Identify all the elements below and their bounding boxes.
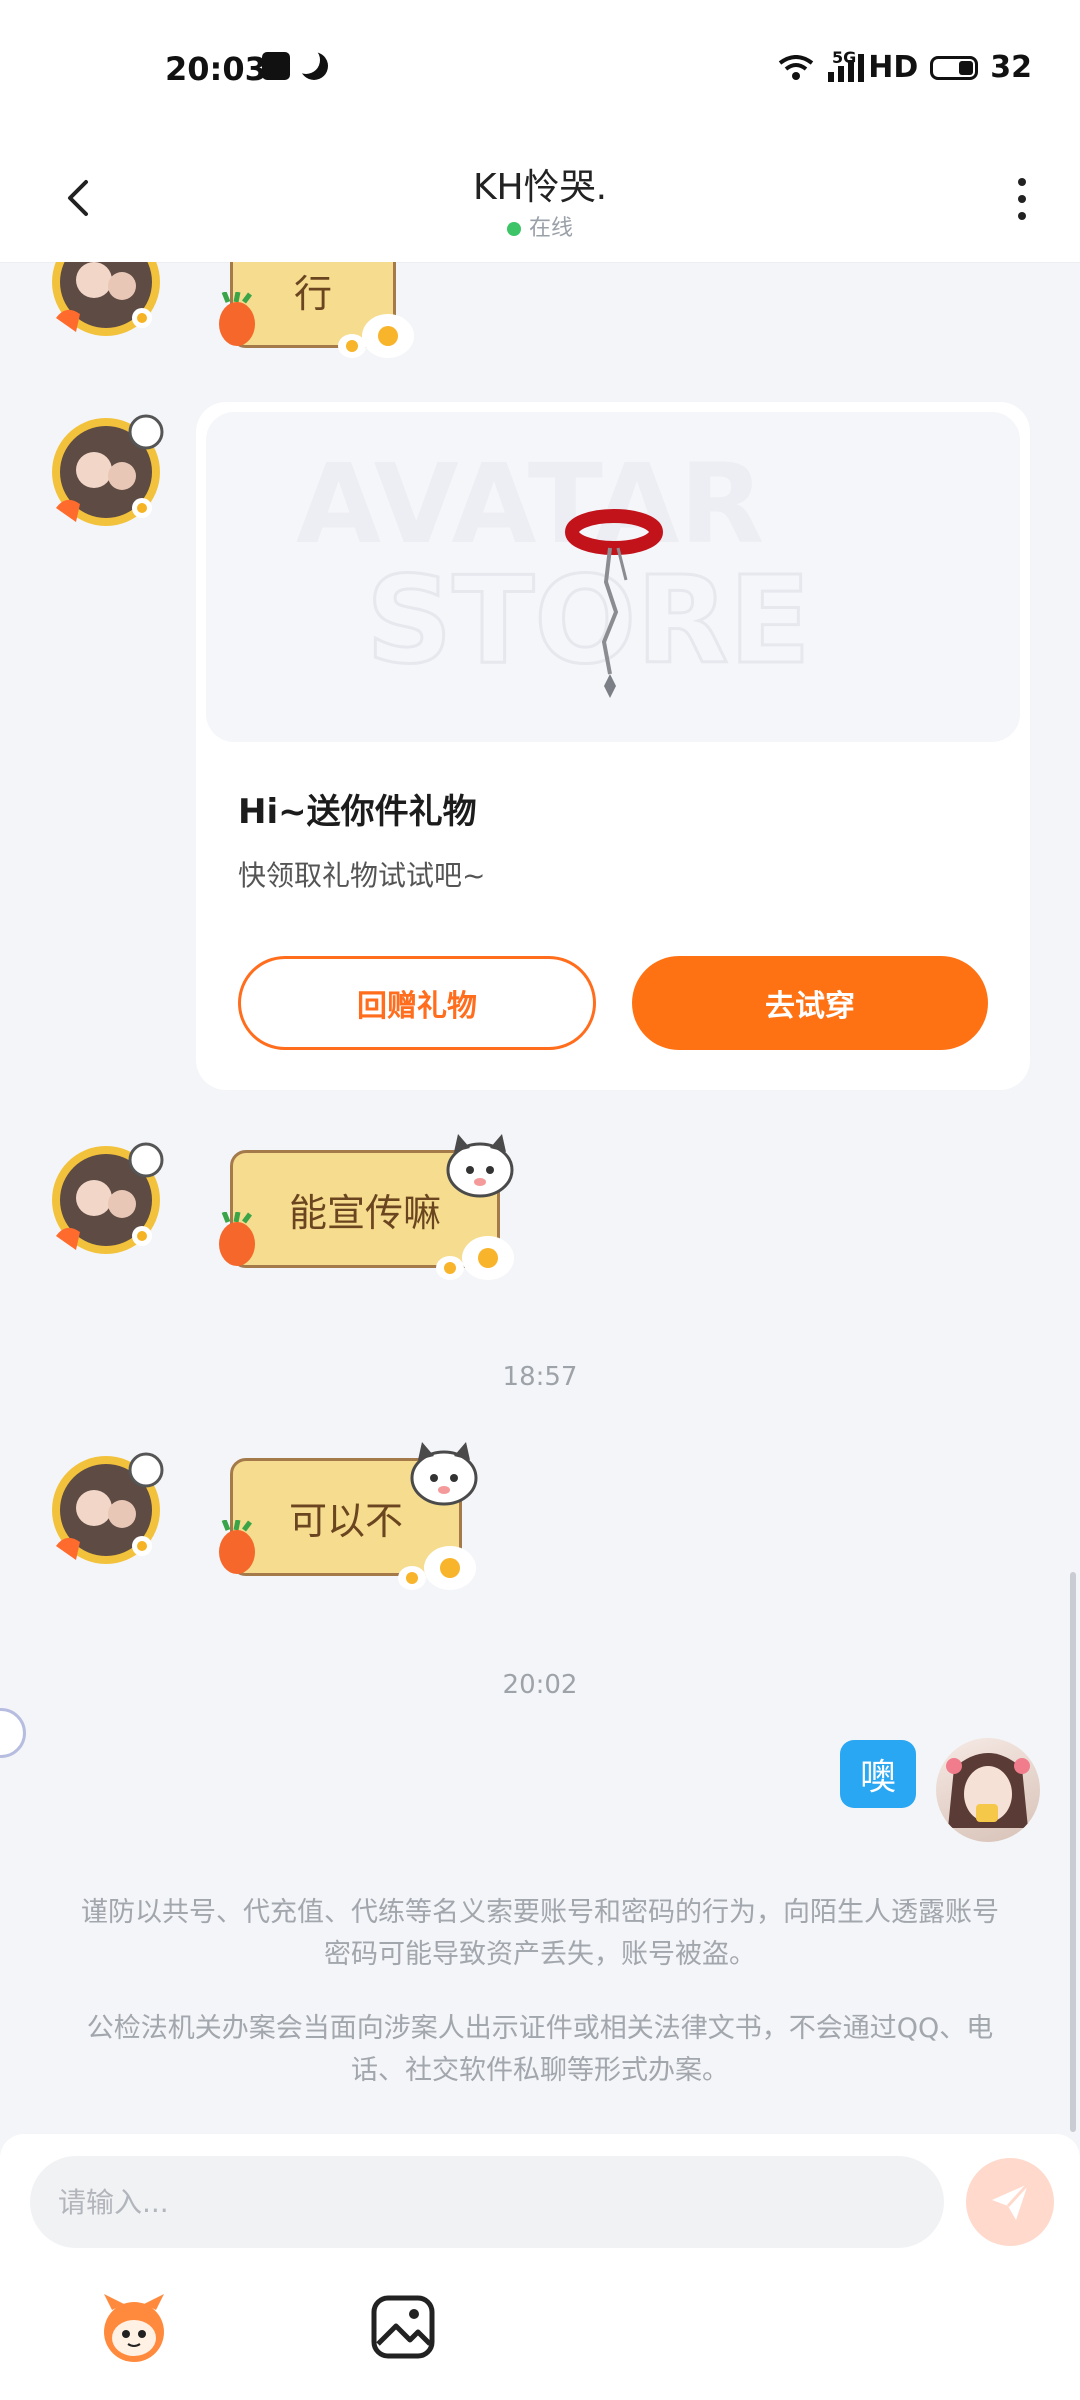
gift-preview-art: AVATAR STORE	[296, 440, 812, 698]
send-icon	[992, 2182, 1030, 2220]
sticker-text: 能宣传嘛	[288, 1190, 441, 1235]
send-button[interactable]	[966, 2158, 1054, 2246]
carrot-icon	[219, 292, 255, 346]
egg-icon	[398, 1546, 476, 1590]
contact-avatar[interactable]	[46, 1140, 166, 1260]
carrot-icon	[219, 1520, 255, 1574]
status-right: 5G HD 32	[778, 48, 1032, 85]
emoji-icon[interactable]	[96, 2290, 172, 2366]
egg-icon	[436, 1236, 514, 1280]
message-list[interactable]: 行 AVATAR STORE Hi~送你件礼物 快领取礼物试试吧~ 回赠礼物 去…	[0, 262, 1080, 2134]
avatar-art	[946, 1753, 1030, 1828]
notification-icon	[262, 52, 290, 80]
contact-avatar[interactable]	[46, 412, 166, 532]
scrollbar[interactable]	[1070, 1572, 1076, 2132]
message-input[interactable]	[30, 2156, 944, 2248]
contact-avatar[interactable]	[46, 1450, 166, 1570]
safety-notice: 谨防以共号、代充值、代练等名义索要账号和密码的行为，向陌生人透露账号密码可能导致…	[81, 1897, 999, 1970]
chat-header: KH怜哭. 在线	[0, 140, 1080, 263]
my-avatar[interactable]	[936, 1738, 1040, 1842]
timestamp: 20:02	[502, 1670, 578, 1700]
battery-icon	[930, 55, 979, 80]
contact-name[interactable]: KH怜哭.	[0, 158, 1080, 210]
cat-sticker-icon	[410, 1442, 478, 1506]
egg-icon	[338, 314, 414, 358]
composer-bar	[0, 2134, 1080, 2400]
online-dot	[506, 222, 521, 236]
battery-level: 32	[990, 50, 1032, 85]
return-gift-button[interactable]: 回赠礼物	[238, 956, 596, 1050]
image-icon[interactable]	[370, 2294, 436, 2360]
online-label: 在线	[528, 216, 573, 241]
sticker-text: 可以不	[288, 1498, 403, 1543]
gift-card[interactable]: AVATAR STORE Hi~送你件礼物 快领取礼物试试吧~ 回赠礼物 去试穿	[196, 402, 1030, 1090]
online-status: 在线	[0, 210, 1080, 242]
status-bar: 20:03 5G HD 32	[0, 0, 1080, 140]
gift-subtitle: 快领取礼物试试吧~	[238, 859, 486, 892]
message-text: 噢	[859, 1757, 896, 1798]
status-time: 20:03	[165, 50, 267, 88]
try-on-button[interactable]: 去试穿	[632, 956, 988, 1050]
hd-label: HD	[868, 50, 919, 85]
carrot-icon	[219, 1212, 255, 1266]
cat-sticker-icon	[446, 1134, 514, 1198]
gift-title: Hi~送你件礼物	[238, 792, 477, 832]
timestamp: 18:57	[502, 1362, 578, 1392]
sticker-text: 行	[293, 271, 332, 316]
legal-notice: 公检法机关办案会当面向涉案人出示证件或相关法律文书，不会通过QQ、电话、社交软件…	[86, 2013, 994, 2086]
gift-preview[interactable]: AVATAR STORE	[206, 412, 1020, 742]
contact-avatar[interactable]	[46, 262, 166, 342]
watermark-store: STORE	[366, 552, 811, 691]
moon-icon	[292, 46, 328, 80]
network-type: 5G	[831, 48, 857, 67]
notification-icons	[262, 46, 328, 80]
wifi-icon	[778, 54, 814, 80]
more-vertical-icon[interactable]	[1012, 178, 1032, 224]
outgoing-message-bubble[interactable]: 噢	[840, 1740, 916, 1808]
watermark-avatar: AVATAR	[296, 440, 764, 568]
